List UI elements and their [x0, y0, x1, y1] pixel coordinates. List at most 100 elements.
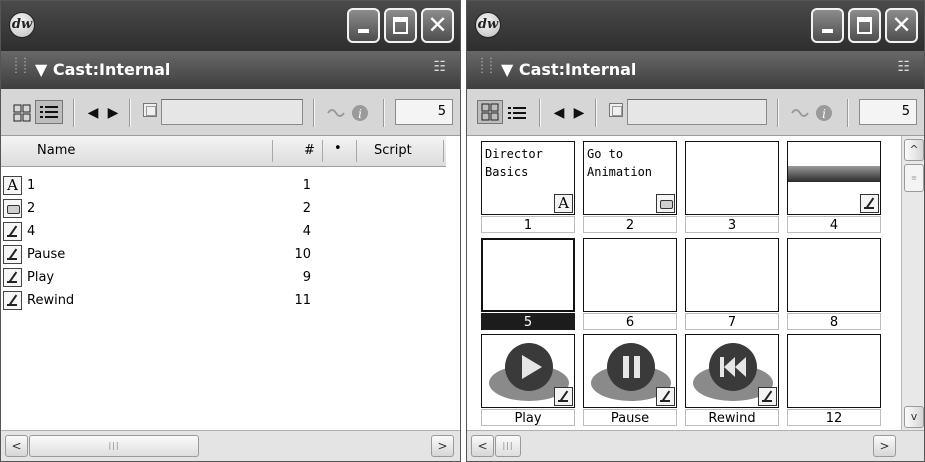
column-modified-header[interactable]: • — [334, 141, 342, 156]
scroll-right-button[interactable]: > — [431, 435, 454, 457]
close-button[interactable]: ✕ — [885, 8, 918, 43]
thumbnail-view-icon[interactable] — [11, 103, 33, 123]
cast-member-cell[interactable]: 7 — [685, 238, 779, 330]
member-name: Play — [27, 270, 55, 285]
member-number: 1 — [302, 178, 311, 193]
member-thumbnail[interactable] — [685, 238, 779, 312]
script-icon[interactable] — [789, 103, 811, 123]
thumbnail-text: Go to Animation — [587, 147, 653, 179]
options-menu-icon[interactable]: ☷ — [433, 59, 446, 75]
list-row[interactable]: Rewind 11 — [1, 290, 446, 313]
cast-member-cell[interactable]: 12 — [787, 334, 881, 426]
svg-text:i: i — [358, 107, 362, 121]
close-button[interactable]: ✕ — [421, 8, 454, 43]
vertical-scrollbar[interactable]: ^ ≡ v — [901, 136, 924, 431]
list-view-icon[interactable] — [505, 103, 529, 123]
column-number-header[interactable]: # — [304, 143, 315, 158]
horizontal-scrollbar[interactable]: < ||| > — [467, 430, 924, 461]
list-row[interactable]: 4 4 — [1, 221, 446, 244]
cast-member-cell[interactable]: Pause — [583, 334, 677, 426]
member-name-input[interactable] — [627, 99, 767, 125]
column-divider[interactable] — [272, 140, 273, 162]
expand-triangle-icon[interactable]: ▼ — [501, 60, 513, 79]
column-divider[interactable] — [443, 140, 444, 162]
cast-member-cell[interactable]: 8 — [787, 238, 881, 330]
bitmap-member-icon — [3, 245, 22, 264]
cast-window-thumbnail-view: dw ✕ ⋮⋮ ⋮⋮ ▼ Cast:Internal ☷ ◀ ▶ i 5 Dir… — [466, 0, 925, 462]
cast-member-cell[interactable]: 4 — [787, 141, 881, 233]
button-member-icon — [656, 194, 675, 213]
button-member-icon — [3, 199, 22, 218]
cast-member-cell[interactable]: Play — [481, 334, 575, 426]
toolbar-divider — [313, 99, 315, 127]
scroll-left-button[interactable]: < — [471, 435, 494, 457]
member-thumbnail[interactable] — [685, 334, 779, 408]
cast-title[interactable]: ▼ Cast:Internal — [501, 60, 636, 79]
member-thumbnail[interactable] — [481, 334, 575, 408]
maximize-button[interactable] — [848, 8, 881, 43]
member-thumbnail[interactable] — [787, 238, 881, 312]
cast-window-list-view: dw ✕ ⋮⋮ ⋮⋮ ▼ Cast:Internal ☷ ◀ ▶ i 5 Nam… — [0, 0, 461, 462]
member-thumbnail[interactable] — [583, 334, 677, 408]
column-name-header[interactable]: Name — [37, 143, 75, 158]
member-thumbnail[interactable]: Director Basics A — [481, 141, 575, 215]
cast-title[interactable]: ▼ Cast:Internal — [35, 60, 170, 79]
script-icon[interactable] — [325, 103, 347, 123]
scroll-left-button[interactable]: < — [5, 435, 28, 457]
scroll-thumb[interactable]: ||| — [495, 435, 521, 457]
member-number-label: 5 — [481, 313, 575, 330]
column-divider[interactable] — [322, 140, 323, 162]
list-view-icon[interactable] — [35, 100, 63, 124]
gripper-icon[interactable]: ⋮⋮ ⋮⋮ — [477, 58, 496, 75]
member-thumbnail[interactable] — [481, 238, 575, 312]
horizontal-scrollbar[interactable]: < ||| > — [1, 430, 460, 461]
cast-member-cell[interactable]: Go to Animation 2 — [583, 141, 677, 233]
cast-member-cell[interactable]: Director Basics A 1 — [481, 141, 575, 233]
info-icon[interactable]: i — [349, 103, 371, 123]
options-menu-icon[interactable]: ☷ — [897, 59, 910, 75]
member-number-field[interactable]: 5 — [395, 99, 453, 125]
scroll-right-button[interactable]: > — [873, 435, 896, 457]
column-script-header[interactable]: Script — [374, 143, 412, 158]
cast-member-cell[interactable]: 5 — [481, 238, 575, 330]
list-row[interactable]: 2 2 — [1, 198, 446, 221]
window-titlebar[interactable]: dw ✕ — [467, 1, 924, 51]
member-thumbnail[interactable] — [685, 141, 779, 215]
thumbnail-view-icon[interactable] — [477, 100, 503, 124]
cast-toolbar: ◀ ▶ i 5 — [467, 89, 924, 136]
list-row[interactable]: Pause 10 — [1, 244, 446, 267]
member-thumbnail[interactable]: Go to Animation — [583, 141, 677, 215]
member-thumbnail[interactable] — [583, 238, 677, 312]
member-number-label: 12 — [787, 409, 881, 426]
scroll-up-button[interactable]: ^ — [904, 139, 924, 161]
member-thumbnail[interactable] — [787, 334, 881, 408]
cast-member-cell[interactable]: 6 — [583, 238, 677, 330]
bitmap-member-icon — [3, 268, 22, 287]
minimize-button[interactable] — [811, 8, 844, 43]
scroll-thumb[interactable]: ≡ — [904, 164, 924, 192]
next-member-icon[interactable]: ▶ — [571, 103, 587, 123]
cast-name-label: Cast:Internal — [52, 60, 171, 79]
list-row[interactable]: A 1 1 — [1, 175, 446, 198]
cast-member-cell[interactable]: 3 — [685, 141, 779, 233]
scroll-thumb[interactable]: ||| — [29, 435, 199, 457]
member-name-label: Play — [481, 409, 575, 426]
minimize-button[interactable] — [347, 8, 380, 43]
toolbar-divider — [73, 99, 75, 127]
previous-member-icon[interactable]: ◀ — [551, 103, 567, 123]
member-name: 1 — [27, 178, 36, 193]
scroll-down-button[interactable]: v — [904, 406, 924, 428]
info-icon[interactable]: i — [813, 103, 835, 123]
column-divider[interactable] — [356, 140, 357, 162]
next-member-icon[interactable]: ▶ — [105, 103, 121, 123]
gripper-icon[interactable]: ⋮⋮ ⋮⋮ — [11, 58, 30, 75]
cast-member-cell[interactable]: Rewind — [685, 334, 779, 426]
member-thumbnail[interactable] — [787, 141, 881, 215]
window-titlebar[interactable]: dw ✕ — [1, 1, 460, 51]
member-number-field[interactable]: 5 — [859, 99, 917, 125]
maximize-button[interactable] — [384, 8, 417, 43]
previous-member-icon[interactable]: ◀ — [85, 103, 101, 123]
list-row[interactable]: Play 9 — [1, 267, 446, 290]
member-name-input[interactable] — [161, 99, 303, 125]
expand-triangle-icon[interactable]: ▼ — [35, 60, 47, 79]
